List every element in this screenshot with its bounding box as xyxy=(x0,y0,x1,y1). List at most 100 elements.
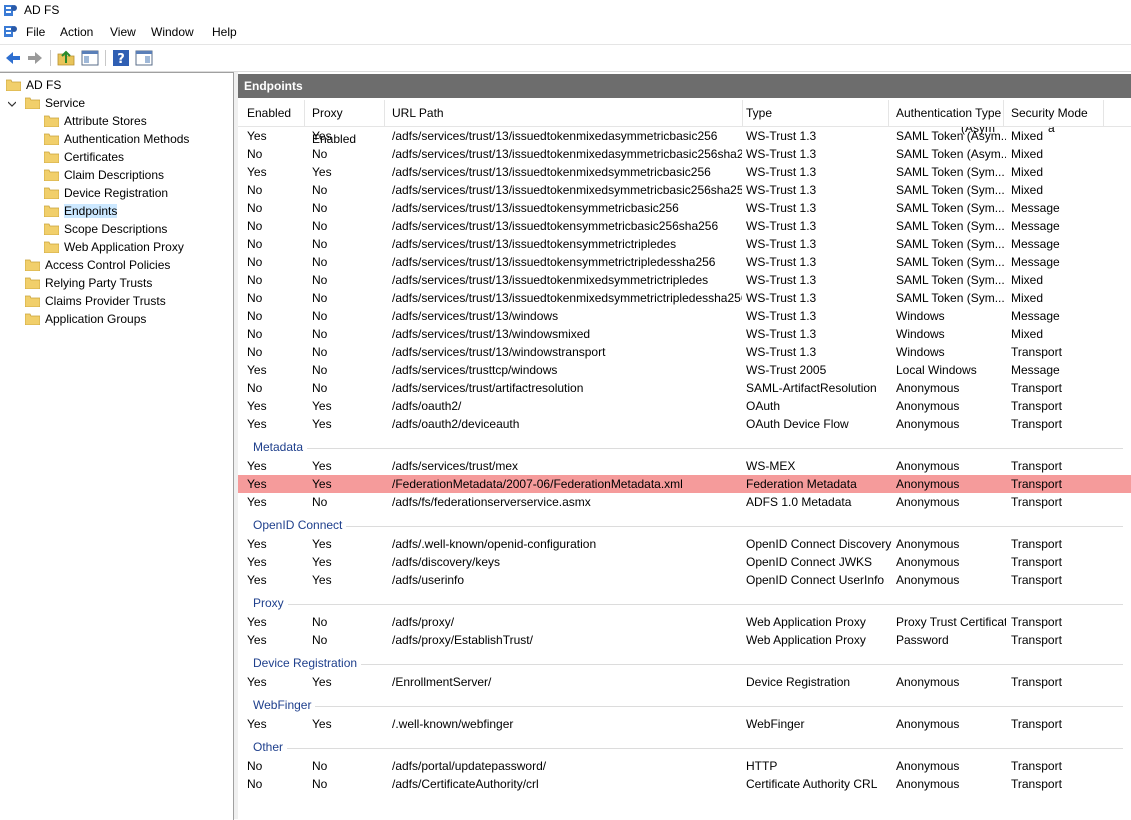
chevron-down-icon[interactable] xyxy=(8,100,16,108)
tree-item-device-registration[interactable]: Device Registration xyxy=(44,185,168,202)
tree-item-certificates[interactable]: Certificates xyxy=(44,149,124,166)
menu-view[interactable]: View xyxy=(110,25,136,39)
cell-type: WS-Trust 1.3 xyxy=(746,345,817,359)
cell-proxy-enabled: Yes xyxy=(312,459,332,473)
table-row[interactable]: Yes Yes/FederationMetadata/2007-06/Federa… xyxy=(238,475,1131,493)
table-row[interactable]: Yes Yes/adfs/services/trust/13/issuedtoke… xyxy=(238,127,1131,145)
endpoints-list: (Asym a Yes Yes/adfs/services/trust/13/is… xyxy=(238,127,1131,817)
column-header-type[interactable]: Type xyxy=(743,100,889,126)
table-row[interactable]: Yes Yes/adfs/services/trust/13/issuedtoke… xyxy=(238,163,1131,181)
back-icon[interactable] xyxy=(3,48,23,68)
cell-enabled: No xyxy=(247,381,263,395)
tree-item-application-groups[interactable]: Application Groups xyxy=(25,311,146,328)
table-row[interactable]: Yes Yes/adfs/services/trust/mex WS-MEX Anon… xyxy=(238,457,1131,475)
show-hide-action-pane-icon[interactable] xyxy=(134,48,154,68)
table-row[interactable]: No No/adfs/services/trust/13/windows WS-Tr… xyxy=(238,307,1131,325)
cell-proxy-enabled: Yes xyxy=(312,537,332,551)
tree-item-access-control-policies[interactable]: Access Control Policies xyxy=(25,257,170,274)
table-row[interactable]: No No/adfs/services/trust/13/issuedtokens… xyxy=(238,217,1131,235)
cell-type: Web Application Proxy xyxy=(746,633,866,647)
tree-item-attribute-stores[interactable]: Attribute Stores xyxy=(44,113,147,130)
group-divider xyxy=(253,748,1123,749)
group-divider xyxy=(253,706,1123,707)
table-row[interactable]: No No/adfs/services/trust/13/issuedtokens… xyxy=(238,235,1131,253)
cell-enabled: No xyxy=(247,237,263,251)
group-divider xyxy=(253,526,1123,527)
tree-item-label: Service xyxy=(45,96,86,110)
table-row[interactable]: Yes Yes/adfs/discovery/keys OpenID Connect… xyxy=(238,553,1131,571)
column-header-security-mode[interactable]: Security Mode xyxy=(1008,100,1104,126)
cell-type: OpenID Connect JWKS xyxy=(746,555,873,569)
tree-item-label: Endpoints xyxy=(64,204,118,218)
system-menu-icon[interactable] xyxy=(3,24,18,39)
table-row[interactable]: Yes Yes /.well-known/webfinger WebFinger Ano… xyxy=(238,715,1131,733)
column-header-proxy-enabled[interactable]: Proxy Enabled xyxy=(309,100,385,146)
cell-proxy-enabled: No xyxy=(312,327,328,341)
table-row[interactable]: No No/adfs/services/trust/13/issuedtokenm… xyxy=(238,289,1131,307)
cell-type: WS-Trust 1.3 xyxy=(746,165,817,179)
menu-action[interactable]: Action xyxy=(60,25,93,39)
menu-help[interactable]: Help xyxy=(212,25,237,39)
table-row[interactable]: No No/adfs/services/trust/artifactresolut… xyxy=(238,379,1131,397)
table-row[interactable]: Yes No/adfs/proxy/EstablishTrust/Web Appl… xyxy=(238,631,1131,649)
tree-item-adfs[interactable]: AD FS xyxy=(6,77,61,94)
cell-enabled: No xyxy=(247,777,263,791)
column-header-enabled[interactable]: Enabled xyxy=(244,100,305,126)
cell-proxy-enabled: Yes xyxy=(312,165,332,179)
cell-type: WS-Trust 1.3 xyxy=(746,273,817,287)
table-row[interactable]: No No/adfs/services/trust/13/issuedtokenm… xyxy=(238,271,1131,289)
up-folder-icon[interactable] xyxy=(56,48,76,68)
cell-proxy-enabled: No xyxy=(312,363,328,377)
tree-item-scope-descriptions[interactable]: Scope Descriptions xyxy=(44,221,167,238)
table-row[interactable]: Yes No/adfs/proxy/Web Application Proxy Pr… xyxy=(238,613,1131,631)
table-row[interactable]: No No/adfs/services/trust/13/windowstrans… xyxy=(238,343,1131,361)
group-label: Other xyxy=(253,740,288,754)
tree-item-authentication-methods[interactable]: Authentication Methods xyxy=(44,131,189,148)
cell-type: WebFinger xyxy=(746,717,805,731)
table-row[interactable]: No No/adfs/services/trust/13/issuedtokenm… xyxy=(238,145,1131,163)
table-row[interactable]: No No/adfs/services/trust/13/issuedtokens… xyxy=(238,253,1131,271)
table-row[interactable]: Yes Yes/adfs/.well-known/openid-configura… xyxy=(238,535,1131,553)
svg-text:?: ? xyxy=(117,52,125,67)
table-row[interactable]: No No/adfs/CertificateAuthority/crl Certif… xyxy=(238,775,1131,793)
table-row[interactable]: Yes Yes/EnrollmentServer/Device Registrat… xyxy=(238,673,1131,691)
table-row[interactable]: Yes No/adfs/fs/federationserverservice.as… xyxy=(238,493,1131,511)
column-header-url-path[interactable]: URL Path xyxy=(389,100,743,126)
table-row[interactable]: Yes Yes/adfs/oauth2/OAuth Anonymous Transpo… xyxy=(238,397,1131,415)
table-row[interactable]: No No/adfs/services/trust/13/windowsmixed… xyxy=(238,325,1131,343)
table-row[interactable]: No No/adfs/services/trust/13/issuedtokenm… xyxy=(238,181,1131,199)
cell-security-mode: Transport xyxy=(1011,633,1062,647)
table-row[interactable]: Yes Yes/adfs/userinfo OpenID Connect UserI… xyxy=(238,571,1131,589)
cell-url-path: /adfs/proxy/EstablishTrust/ xyxy=(392,633,533,647)
cell-enabled: Yes xyxy=(247,495,267,509)
cell-url-path: /EnrollmentServer/ xyxy=(392,675,492,689)
menu-file[interactable]: File xyxy=(26,25,45,39)
help-icon[interactable]: ? xyxy=(111,48,131,68)
cell-url-path: /adfs/proxy/ xyxy=(392,615,455,629)
menu-window[interactable]: Window xyxy=(151,25,194,39)
forward-icon[interactable] xyxy=(25,48,45,68)
cell-url-path: /adfs/userinfo xyxy=(392,573,465,587)
tree-item-label: AD FS xyxy=(26,78,62,92)
cell-security-mode: Mixed xyxy=(1011,327,1044,341)
cell-authentication-type: Windows xyxy=(896,345,945,359)
folder-icon xyxy=(25,277,40,289)
tree-item-endpoints[interactable]: Endpoints xyxy=(44,203,118,220)
cell-enabled: Yes xyxy=(247,555,267,569)
tree-item-relying-party-trusts[interactable]: Relying Party Trusts xyxy=(25,275,152,292)
column-header-authentication-type[interactable]: Authentication Type xyxy=(893,100,1004,126)
cell-authentication-type: SAML Token (Asym... xyxy=(896,147,1006,161)
table-row[interactable]: No No/adfs/services/trust/13/issuedtokens… xyxy=(238,199,1131,217)
group-header: OpenID Connect xyxy=(238,517,1131,535)
cell-authentication-type: Anonymous xyxy=(896,759,960,773)
tree-item-claims-provider-trusts[interactable]: Claims Provider Trusts xyxy=(25,293,166,310)
tree-item-service[interactable]: Service xyxy=(25,95,85,112)
cell-url-path: /adfs/services/trust/13/issuedtokensymme… xyxy=(392,201,679,215)
tree-item-claim-descriptions[interactable]: Claim Descriptions xyxy=(44,167,164,184)
show-hide-console-tree-icon[interactable] xyxy=(80,48,100,68)
tree-item-web-application-proxy[interactable]: Web Application Proxy xyxy=(44,239,184,256)
table-row[interactable]: No No/adfs/portal/updatepassword/HTTP Anon… xyxy=(238,757,1131,775)
table-row[interactable]: Yes Yes/adfs/oauth2/deviceauth OAuth Devic… xyxy=(238,415,1131,433)
cell-enabled: No xyxy=(247,201,263,215)
table-row[interactable]: Yes No/adfs/services/trusttcp/windows WS-T… xyxy=(238,361,1131,379)
